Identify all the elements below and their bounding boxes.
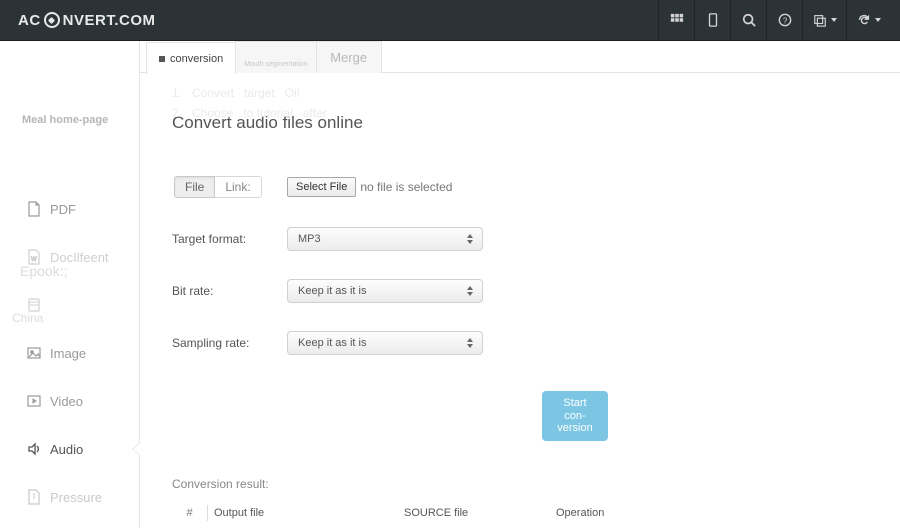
top-bar: AC NVERT.COM ?	[0, 0, 900, 41]
tab-sub: Mouth segmentation	[244, 61, 307, 68]
page-body: 1. Convert target Oil 2. Choose to tutor…	[140, 73, 900, 521]
language-button[interactable]	[802, 0, 846, 41]
audio-icon	[26, 441, 42, 457]
sidebar-item-label: PDF	[50, 202, 76, 217]
grid-icon	[670, 13, 684, 27]
chevron-down-icon	[875, 18, 881, 22]
sidebar-item-label: Image	[50, 346, 86, 361]
select-arrows-icon	[466, 234, 474, 244]
label-sampling: Sampling rate:	[172, 336, 287, 350]
sidebar-item-label: Audio	[50, 442, 83, 457]
image-icon	[26, 345, 42, 361]
archive-icon	[26, 489, 42, 505]
sidebar-item-pdf[interactable]: PDF	[0, 185, 139, 233]
label-target-format: Target format:	[172, 232, 287, 246]
sidebar-item-ebook[interactable]	[0, 281, 139, 329]
select-arrows-icon	[466, 338, 474, 348]
start-conversion-button[interactable]: Start con-version	[542, 391, 608, 441]
filelink-group-wrap: File Link:	[172, 176, 287, 198]
select-bitrate-wrap: Keep it as it is	[287, 279, 483, 303]
sidebar-list: PDF W DocIlfeent Image	[0, 185, 139, 521]
select-file-button[interactable]: Select File	[287, 177, 356, 197]
col-number: #	[172, 505, 208, 521]
tab-segmentation[interactable]: Mouth segmentation	[235, 41, 316, 73]
select-value: MP3	[298, 233, 321, 245]
home-label: Meal home-page	[22, 114, 108, 128]
svg-text:?: ?	[782, 17, 787, 26]
top-toolbar: ?	[658, 0, 890, 41]
refresh-icon	[857, 13, 871, 27]
result-label: Conversion result:	[172, 477, 868, 491]
select-value: Keep it as it is	[298, 285, 366, 297]
file-select: Select File no file is selected	[287, 177, 452, 197]
grid-button[interactable]	[658, 0, 694, 41]
col-output: Output file	[208, 505, 398, 521]
video-icon	[26, 393, 42, 409]
tab-label: Merge	[330, 50, 367, 65]
col-operation: Operation	[550, 505, 670, 521]
link-tab-button[interactable]: Link:	[215, 176, 261, 198]
row-sampling: Sampling rate: Keep it as it is	[172, 329, 868, 357]
sidebar-item-label: Pressure	[50, 490, 102, 505]
language-icon	[813, 13, 827, 27]
select-sampling-wrap: Keep it as it is	[287, 331, 483, 355]
select-target-format[interactable]: MP3	[287, 227, 483, 251]
help-icon: ?	[778, 13, 792, 27]
brand[interactable]: AC NVERT.COM	[18, 12, 156, 29]
row-bitrate: Bit rate: Keep it as it is	[172, 277, 868, 305]
select-target-format-wrap: MP3	[287, 227, 483, 251]
main-wrap: Meal home-page Epook:; China PDF W DocIl…	[0, 41, 900, 528]
refresh-button[interactable]	[846, 0, 890, 41]
file-status: no file is selected	[360, 180, 452, 194]
chevron-down-icon	[831, 18, 837, 22]
mobile-icon	[706, 13, 720, 27]
tab-active-indicator-icon	[159, 56, 165, 62]
tab-conversion[interactable]: conversion	[146, 42, 236, 74]
select-bitrate[interactable]: Keep it as it is	[287, 279, 483, 303]
ebook-icon	[26, 297, 42, 313]
col-source: SOURCE file	[398, 505, 550, 521]
file-tab-button[interactable]: File	[174, 176, 215, 198]
sidebar-item-video[interactable]: Video	[0, 377, 139, 425]
tab-merge[interactable]: Merge	[316, 41, 382, 73]
sidebar-item-image[interactable]: Image	[0, 329, 139, 377]
page-title: Convert audio files online	[172, 113, 868, 133]
content: conversion Mouth segmentation Merge 1. C…	[140, 41, 900, 528]
sidebar: Meal home-page Epook:; China PDF W DocIl…	[0, 41, 140, 528]
sidebar-item-audio[interactable]: Audio	[0, 425, 139, 473]
doc-file-icon: W	[26, 249, 42, 265]
ghost-line-1: 1. Convert target Oil	[172, 86, 299, 100]
svg-text:W: W	[31, 257, 37, 263]
label-bitrate: Bit rate:	[172, 284, 287, 298]
select-value: Keep it as it is	[298, 337, 366, 349]
tab-label: conversion	[170, 53, 223, 65]
sidebar-item-label: DocIlfeent	[50, 250, 109, 265]
filelink-toggle: File Link:	[174, 176, 287, 198]
sidebar-item-document[interactable]: W DocIlfeent	[0, 233, 139, 281]
pdf-file-icon	[26, 201, 42, 217]
select-sampling[interactable]: Keep it as it is	[287, 331, 483, 355]
tabs: conversion Mouth segmentation Merge	[140, 41, 900, 73]
search-icon	[742, 13, 756, 27]
brand-text-right: NVERT.COM	[63, 12, 156, 29]
result-table-header: # Output file SOURCE file Operation	[172, 505, 868, 521]
help-button[interactable]: ?	[766, 0, 802, 41]
mobile-button[interactable]	[694, 0, 730, 41]
search-button[interactable]	[730, 0, 766, 41]
row-file: File Link: Select File no file is select…	[172, 173, 868, 201]
brand-text-left: AC	[18, 12, 41, 29]
brand-convert-icon	[44, 12, 60, 28]
result-block: Conversion result: # Output file SOURCE …	[172, 477, 868, 521]
row-target-format: Target format: MP3	[172, 225, 868, 253]
select-arrows-icon	[466, 286, 474, 296]
sidebar-item-label: Video	[50, 394, 83, 409]
sidebar-item-pressure[interactable]: Pressure	[0, 473, 139, 521]
row-start: Start con-version	[172, 391, 868, 441]
